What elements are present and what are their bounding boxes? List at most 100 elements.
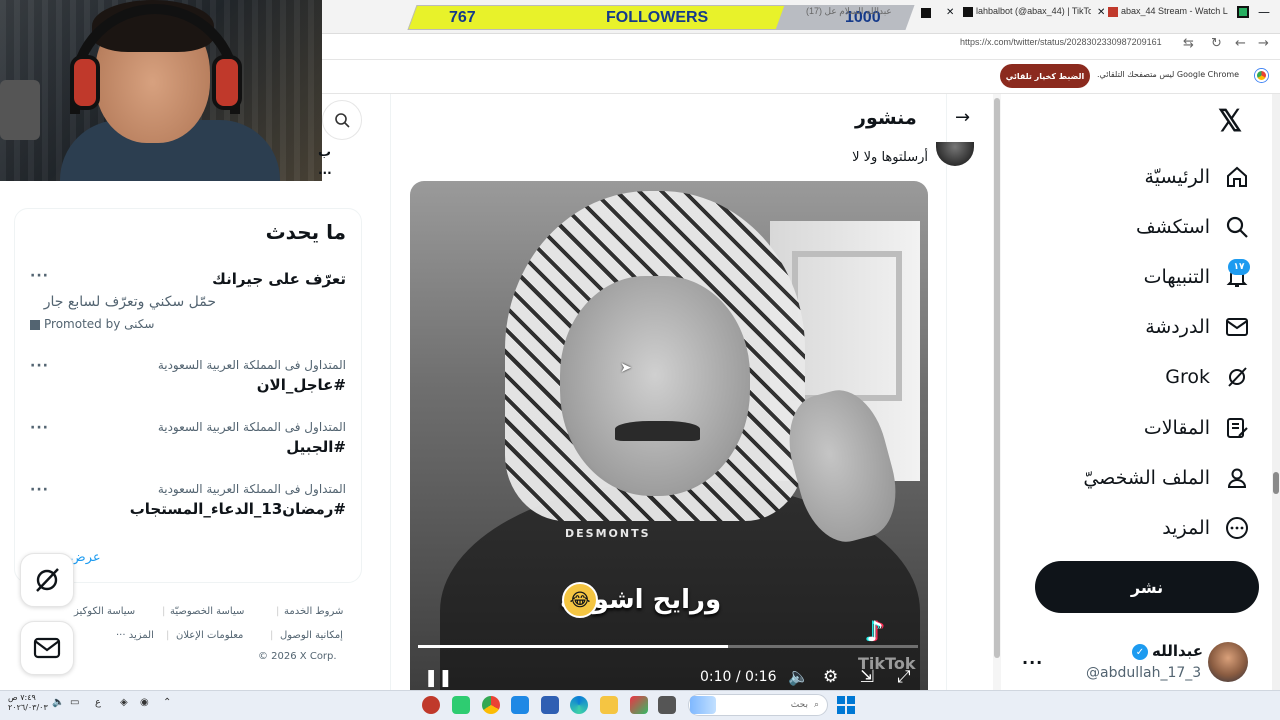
settings-gear-icon[interactable]: ⚙ bbox=[823, 667, 838, 687]
back-arrow-icon[interactable]: → bbox=[955, 107, 970, 128]
x-tab-icon bbox=[921, 8, 931, 18]
nav-item-more[interactable]: المزيد bbox=[1040, 508, 1250, 548]
fullscreen-icon[interactable]: ⤢ bbox=[897, 667, 911, 687]
trend-more-button[interactable]: ··· bbox=[30, 420, 49, 436]
windows-start-icon[interactable] bbox=[837, 696, 855, 714]
trend-tag[interactable]: #رمضان13_الدعاء_المستجاب bbox=[20, 500, 346, 518]
browser-tab[interactable]: lahbalbot (@abax_44) | TikTok bbox=[963, 6, 1091, 28]
search-button[interactable] bbox=[322, 100, 362, 140]
notifications-badge: ١٧ bbox=[1228, 259, 1250, 275]
footer-link[interactable]: سياسة الكوكيز bbox=[74, 606, 135, 617]
account-more-button[interactable]: ··· bbox=[1022, 653, 1043, 672]
grok-icon bbox=[1224, 364, 1250, 390]
profile-icon bbox=[1224, 465, 1250, 491]
browser-tab[interactable]: abax_44 Stream - Watch Live on bbox=[1108, 6, 1228, 28]
reload-icon[interactable]: ↻ bbox=[1211, 36, 1222, 51]
page-scrollbar[interactable] bbox=[1272, 94, 1280, 690]
trend-context: المتداول فى المملكة العربية السعودية bbox=[157, 420, 346, 434]
set-default-button[interactable]: الضبط كخيار تلقائي bbox=[1000, 64, 1090, 88]
trends-panel bbox=[14, 208, 362, 583]
promo-more-button[interactable]: ··· bbox=[30, 268, 49, 284]
promo-title[interactable]: تعرّف على جيرانك bbox=[20, 270, 346, 288]
tab-close-icon[interactable]: ✕ bbox=[946, 7, 954, 18]
widget-icon[interactable] bbox=[690, 696, 716, 714]
app-tray-icon[interactable]: ◈ bbox=[120, 697, 128, 708]
volume-icon[interactable]: 🔈 bbox=[788, 667, 809, 687]
promoted-icon bbox=[30, 319, 40, 330]
more-circle-icon bbox=[1224, 515, 1250, 541]
mouse-cursor-icon: ➤ bbox=[620, 360, 632, 376]
app-icon[interactable] bbox=[658, 696, 676, 714]
mail-app-icon[interactable] bbox=[511, 696, 529, 714]
post-author-avatar[interactable] bbox=[936, 142, 974, 166]
edge-icon[interactable] bbox=[570, 696, 588, 714]
x-logo-icon[interactable]: 𝕏 bbox=[1218, 104, 1242, 139]
app-icon[interactable] bbox=[630, 696, 648, 714]
store-icon[interactable] bbox=[541, 696, 559, 714]
minimize-icon[interactable]: — bbox=[1258, 5, 1270, 19]
search-icon bbox=[1224, 214, 1250, 240]
account-handle: @abdullah_17_3 bbox=[1086, 665, 1202, 681]
app-tray-icon[interactable]: ◉ bbox=[140, 697, 149, 708]
post-button[interactable]: نشر bbox=[1035, 561, 1259, 613]
forward-icon[interactable]: ← bbox=[1235, 36, 1246, 51]
trend-more-button[interactable]: ··· bbox=[30, 482, 49, 498]
search-icon bbox=[335, 113, 350, 128]
chrome-icon[interactable] bbox=[482, 696, 500, 714]
mail-icon bbox=[1224, 314, 1250, 340]
language-indicator[interactable]: ع bbox=[95, 697, 101, 708]
tray-overflow-icon[interactable]: ⌃ bbox=[163, 697, 171, 708]
trend-context: المتداول فى المملكة العربية السعودية bbox=[157, 482, 346, 496]
truncated-dots: ... bbox=[318, 163, 332, 177]
footer-more-link[interactable]: ··· المزيد bbox=[116, 630, 154, 641]
nav-item-explore[interactable]: استكشف bbox=[1040, 207, 1250, 247]
main-scrollbar-thumb[interactable] bbox=[994, 98, 1000, 658]
video-time: 0:10 / 0:16 bbox=[700, 669, 777, 685]
trend-tag[interactable]: #عاجل_الان bbox=[20, 376, 346, 394]
verified-badge-icon: ✓ bbox=[1132, 644, 1148, 660]
nav-item-home[interactable]: الرئيسيّة bbox=[1040, 157, 1250, 197]
footer-link[interactable]: معلومات الإعلان bbox=[176, 630, 243, 641]
kick-tab-icon bbox=[1237, 6, 1249, 18]
volume-icon[interactable]: 🔈 bbox=[52, 697, 64, 708]
nav-item-grok[interactable]: Grok bbox=[1040, 357, 1250, 397]
trend-tag[interactable]: #الجبيل bbox=[20, 438, 346, 456]
promoted-by: Promoted by سكنى bbox=[30, 317, 154, 331]
footer-link[interactable]: سياسة الخصوصيّة bbox=[170, 606, 244, 617]
file-explorer-icon[interactable] bbox=[600, 696, 618, 714]
app-icon[interactable] bbox=[452, 696, 470, 714]
promo-description: حمّل سكني وتعرّف لسابع جار bbox=[43, 294, 216, 310]
mail-icon bbox=[33, 637, 61, 659]
video-progress-fill bbox=[418, 645, 728, 648]
taskbar-clock[interactable]: ٧:٤٩ ص ٢٠٢٦/٠٣/٠٣ bbox=[8, 693, 48, 713]
trend-more-button[interactable]: ··· bbox=[30, 358, 49, 374]
url-text[interactable]: https://x.com/twitter/status/20283023309… bbox=[960, 37, 1162, 47]
footer-link[interactable]: إمكانية الوصول bbox=[280, 630, 343, 641]
footer-link[interactable]: شروط الخدمة bbox=[284, 606, 343, 617]
nav-item-notifications[interactable]: التنبيهات bbox=[1040, 257, 1250, 297]
search-icon: ⌕ bbox=[813, 700, 819, 710]
nav-item-articles[interactable]: المقالات bbox=[1040, 408, 1250, 448]
browser-tab[interactable]: (17) عبدالله السلام عل bbox=[806, 6, 916, 28]
display-icon[interactable]: ▭ bbox=[70, 697, 79, 708]
nav-item-chat[interactable]: الدردشة bbox=[1040, 307, 1250, 347]
trend-context: المتداول فى المملكة العربية السعودية bbox=[157, 358, 346, 372]
back-icon[interactable]: → bbox=[1258, 36, 1269, 51]
show-more-link[interactable]: عرض bbox=[70, 550, 101, 565]
page-scrollbar-thumb[interactable] bbox=[1273, 472, 1279, 494]
page-title: منشور bbox=[855, 107, 917, 129]
site-settings-icon[interactable]: ⇆ bbox=[1183, 36, 1194, 51]
column-divider bbox=[946, 94, 947, 690]
grok-float-button[interactable] bbox=[20, 553, 74, 607]
nav-item-profile[interactable]: الملف الشخصيّ bbox=[1040, 458, 1250, 498]
webcam-overlay bbox=[0, 0, 322, 181]
grok-icon bbox=[36, 568, 59, 592]
truncated-text: ب bbox=[318, 145, 332, 160]
tab-close-icon[interactable]: ✕ bbox=[1097, 7, 1105, 18]
pause-icon[interactable]: ❚❚ bbox=[424, 668, 453, 688]
obs-icon[interactable] bbox=[422, 696, 440, 714]
pip-icon[interactable]: ⇲ bbox=[860, 667, 874, 687]
followers-label: FOLLOWERS bbox=[606, 9, 709, 26]
messages-float-button[interactable] bbox=[20, 621, 74, 675]
account-avatar[interactable] bbox=[1208, 642, 1248, 682]
